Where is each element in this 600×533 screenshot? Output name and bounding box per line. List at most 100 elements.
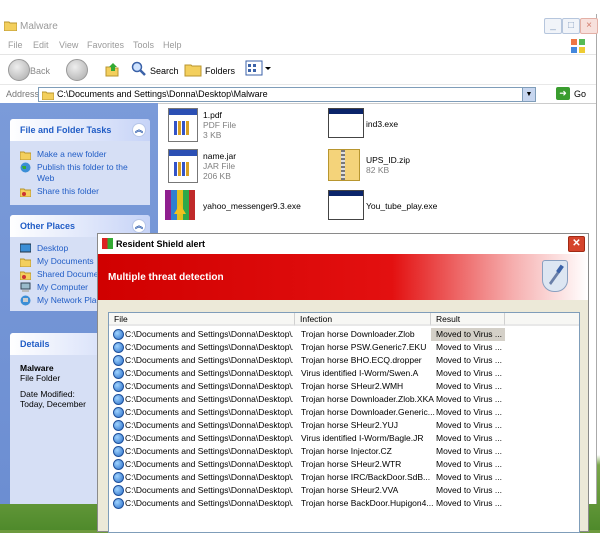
file-cell: C:\Documents and Settings\Donna\Desktop\… — [125, 407, 293, 417]
task-publish-web[interactable]: Publish this folder to the Web — [10, 162, 150, 186]
result-cell: Moved to Virus ... — [436, 407, 502, 417]
infection-cell: Trojan horse BHO.ECQ.dropper — [301, 355, 422, 365]
file-name: You_tube_play.exe — [366, 201, 438, 211]
dialog-close-button[interactable]: ✕ — [568, 236, 585, 252]
column-header-infection[interactable]: Infection — [295, 313, 431, 326]
maximize-button[interactable]: □ — [562, 18, 580, 34]
collapse-chevron-icon[interactable]: ︽ — [132, 219, 146, 233]
menu-tools[interactable]: Tools — [133, 40, 154, 50]
threat-list[interactable]: File Infection Result C:\Documents and S… — [108, 312, 580, 533]
table-row[interactable]: C:\Documents and Settings\Donna\Desktop\… — [109, 445, 579, 458]
infected-file-icon — [113, 459, 124, 470]
result-cell: Moved to Virus ... — [436, 329, 502, 339]
jar-file-icon — [168, 149, 198, 183]
table-row[interactable]: C:\Documents and Settings\Donna\Desktop\… — [109, 328, 579, 341]
infection-cell: Trojan horse Injector.CZ — [301, 446, 392, 456]
task-label: Publish this folder to the Web — [37, 162, 128, 183]
table-row[interactable]: C:\Documents and Settings\Donna\Desktop\… — [109, 484, 579, 497]
infection-cell: Trojan horse SHeur2.VVA — [301, 485, 399, 495]
infection-cell: Trojan horse SHeur2.WMH — [301, 381, 404, 391]
details-modified: Date Modified: Today, December 03, 2009,… — [20, 389, 93, 411]
folders-icon — [184, 64, 202, 77]
infected-file-icon — [113, 420, 124, 431]
menu-view[interactable]: View — [59, 40, 78, 50]
file-folder-tasks-header[interactable]: File and Folder Tasks ︽ — [10, 119, 150, 141]
network-places-icon — [20, 295, 31, 306]
collapse-chevron-icon[interactable]: ︽ — [132, 123, 146, 137]
table-row[interactable]: C:\Documents and Settings\Donna\Desktop\… — [109, 393, 579, 406]
table-row[interactable]: C:\Documents and Settings\Donna\Desktop\… — [109, 406, 579, 419]
go-button[interactable]: Go — [574, 89, 586, 99]
close-button[interactable]: × — [580, 18, 598, 34]
zip-folder-icon — [328, 149, 360, 181]
file-name: name.jar — [203, 151, 237, 161]
views-icon[interactable] — [245, 60, 271, 78]
infected-file-icon — [113, 394, 124, 405]
task-label: Make a new folder — [37, 149, 107, 159]
file-cell: C:\Documents and Settings\Donna\Desktop\… — [125, 355, 293, 365]
address-dropdown-button[interactable]: ▼ — [522, 87, 536, 102]
back-arrow-icon[interactable] — [8, 59, 30, 81]
infection-cell: Trojan horse BackDoor.Hupigon4... — [301, 498, 434, 508]
result-cell: Moved to Virus ... — [436, 485, 502, 495]
file-cell: C:\Documents and Settings\Donna\Desktop\… — [125, 498, 293, 508]
column-header-file[interactable]: File — [109, 313, 295, 326]
title-bar[interactable]: Malware _ □ × — [0, 14, 598, 38]
menu-edit[interactable]: Edit — [33, 40, 49, 50]
toolbar: Back Search Folders — [0, 54, 596, 85]
go-arrow-icon[interactable]: ➜ — [556, 87, 570, 100]
file-cell: C:\Documents and Settings\Donna\Desktop\… — [125, 485, 293, 495]
menu-help[interactable]: Help — [163, 40, 182, 50]
infection-cell: Trojan horse SHeur2.YUJ — [301, 420, 399, 430]
back-button[interactable]: Back — [30, 66, 50, 76]
infected-file-icon — [113, 381, 124, 392]
place-label: Desktop — [37, 243, 69, 253]
file-cell: C:\Documents and Settings\Donna\Desktop\… — [125, 368, 293, 378]
menu-favorites[interactable]: Favorites — [87, 40, 124, 50]
file-name: UPS_ID.zip — [366, 155, 410, 165]
task-share-folder[interactable]: Share this folder — [10, 186, 150, 199]
forward-arrow-icon[interactable] — [66, 59, 88, 81]
infected-file-icon — [113, 342, 124, 353]
infected-file-icon — [113, 368, 124, 379]
table-row[interactable]: C:\Documents and Settings\Donna\Desktop\… — [109, 471, 579, 484]
avg-logo-icon — [102, 238, 113, 249]
column-header-result[interactable]: Result — [431, 313, 505, 326]
table-row[interactable]: C:\Documents and Settings\Donna\Desktop\… — [109, 341, 579, 354]
minimize-button[interactable]: _ — [544, 18, 562, 34]
table-row[interactable]: C:\Documents and Settings\Donna\Desktop\… — [109, 367, 579, 380]
task-make-folder[interactable]: Make a new folder — [10, 149, 150, 162]
shared-documents-icon — [20, 271, 31, 280]
up-folder-icon[interactable] — [104, 61, 120, 77]
result-cell: Moved to Virus ... — [436, 381, 502, 391]
result-cell: Moved to Virus ... — [436, 433, 502, 443]
folder-icon — [4, 21, 17, 31]
table-row[interactable]: C:\Documents and Settings\Donna\Desktop\… — [109, 497, 579, 510]
infected-file-icon — [113, 446, 124, 457]
table-row[interactable]: C:\Documents and Settings\Donna\Desktop\… — [109, 354, 579, 367]
search-button[interactable]: Search — [150, 66, 179, 76]
search-icon — [131, 61, 146, 76]
file-name: ind3.exe — [366, 119, 399, 129]
file-size: 3 KB — [203, 130, 222, 140]
dialog-title-bar[interactable]: Resident Shield alert ✕ — [98, 234, 588, 254]
infection-cell: Virus identified I-Worm/Swen.A — [301, 368, 419, 378]
place-label: My Computer — [37, 282, 89, 292]
menu-file[interactable]: File — [8, 40, 23, 50]
result-cell: Moved to Virus ... — [436, 472, 502, 482]
infected-file-icon — [113, 355, 124, 366]
table-row[interactable]: C:\Documents and Settings\Donna\Desktop\… — [109, 380, 579, 393]
result-cell: Moved to Virus ... — [436, 394, 502, 404]
infected-file-icon — [113, 329, 124, 340]
panel-title: Other Places — [20, 221, 76, 231]
table-row[interactable]: C:\Documents and Settings\Donna\Desktop\… — [109, 458, 579, 471]
pdf-file-icon — [168, 108, 198, 142]
threat-banner: Multiple threat detection — [98, 254, 588, 300]
table-row[interactable]: C:\Documents and Settings\Donna\Desktop\… — [109, 432, 579, 445]
table-row[interactable]: C:\Documents and Settings\Donna\Desktop\… — [109, 419, 579, 432]
folders-button[interactable]: Folders — [205, 66, 235, 76]
address-input[interactable]: C:\Documents and Settings\Donna\Desktop\… — [38, 87, 536, 102]
file-size: 82 KB — [366, 165, 390, 175]
file-type: JAR File — [203, 161, 236, 171]
resident-shield-alert-dialog: Resident Shield alert ✕ Multiple threat … — [97, 233, 589, 533]
